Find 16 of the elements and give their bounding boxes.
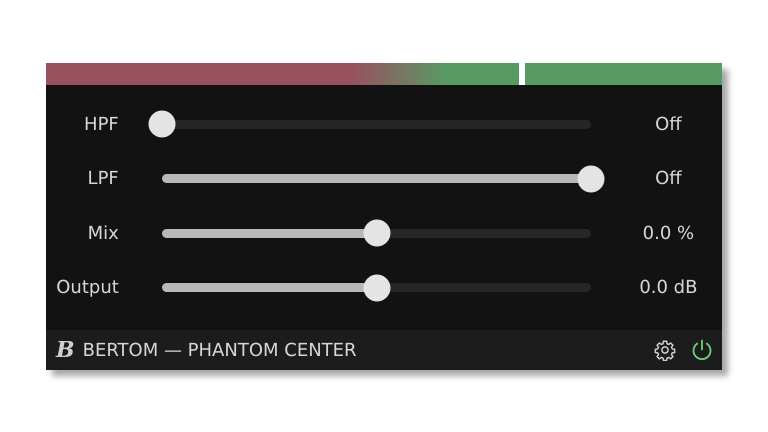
slider-value: Off	[654, 168, 683, 190]
settings-icon[interactable]	[654, 339, 676, 361]
slider-label: HPF	[83, 114, 119, 135]
slider-thumb[interactable]	[578, 165, 605, 192]
slider-thumb[interactable]	[148, 110, 176, 138]
slider-value: 0.0 dB	[638, 277, 698, 298]
slider-thumb[interactable]	[363, 274, 390, 302]
slider-value: 0.0 %	[642, 222, 696, 244]
slider-label: LPF	[86, 168, 119, 190]
slider-label: Output	[55, 277, 119, 298]
slider-thumb[interactable]	[363, 220, 390, 247]
logo: B	[56, 337, 75, 363]
power-icon[interactable]	[690, 338, 714, 362]
slider-label: Mix	[86, 222, 119, 244]
plugin-title: BERTOM — PHANTOM CENTER	[82, 340, 358, 360]
slider-value: Off	[654, 114, 683, 135]
